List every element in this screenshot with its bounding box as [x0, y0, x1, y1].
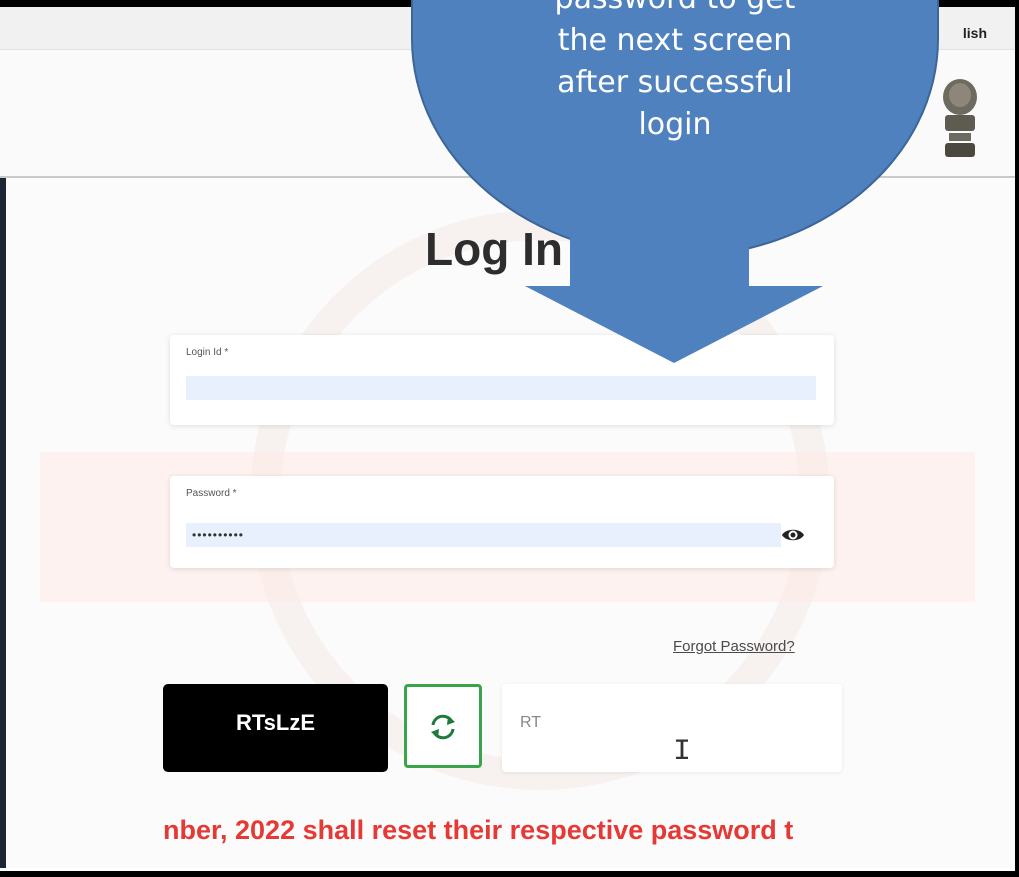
- captcha-refresh-button[interactable]: [404, 684, 482, 768]
- callout-line: after successful: [557, 65, 793, 100]
- notice-marquee: nber, 2022 shall reset their respective …: [163, 815, 794, 845]
- refresh-icon: [431, 714, 455, 740]
- callout-arrow-icon: [525, 230, 823, 363]
- password-input[interactable]: [186, 523, 781, 547]
- emblem-icon: [943, 79, 977, 157]
- callout-text: password to get the next screen after su…: [428, 0, 922, 146]
- callout-line: password to get: [428, 0, 922, 20]
- captcha-input[interactable]: RT: [502, 684, 842, 772]
- password-label: Password *: [186, 488, 237, 499]
- language-selector[interactable]: lish: [963, 25, 987, 41]
- eye-icon[interactable]: [780, 523, 806, 547]
- captcha-code: RTsLzE: [163, 684, 388, 772]
- login-id-input[interactable]: [186, 376, 816, 400]
- password-field-card: Password *: [170, 476, 834, 568]
- login-id-label: Login Id *: [186, 347, 229, 358]
- callout-line: the next screen: [557, 23, 793, 58]
- forgot-password-link[interactable]: Forgot Password?: [673, 638, 795, 655]
- callout-line: login: [638, 107, 712, 142]
- text-cursor-icon: I: [673, 735, 692, 769]
